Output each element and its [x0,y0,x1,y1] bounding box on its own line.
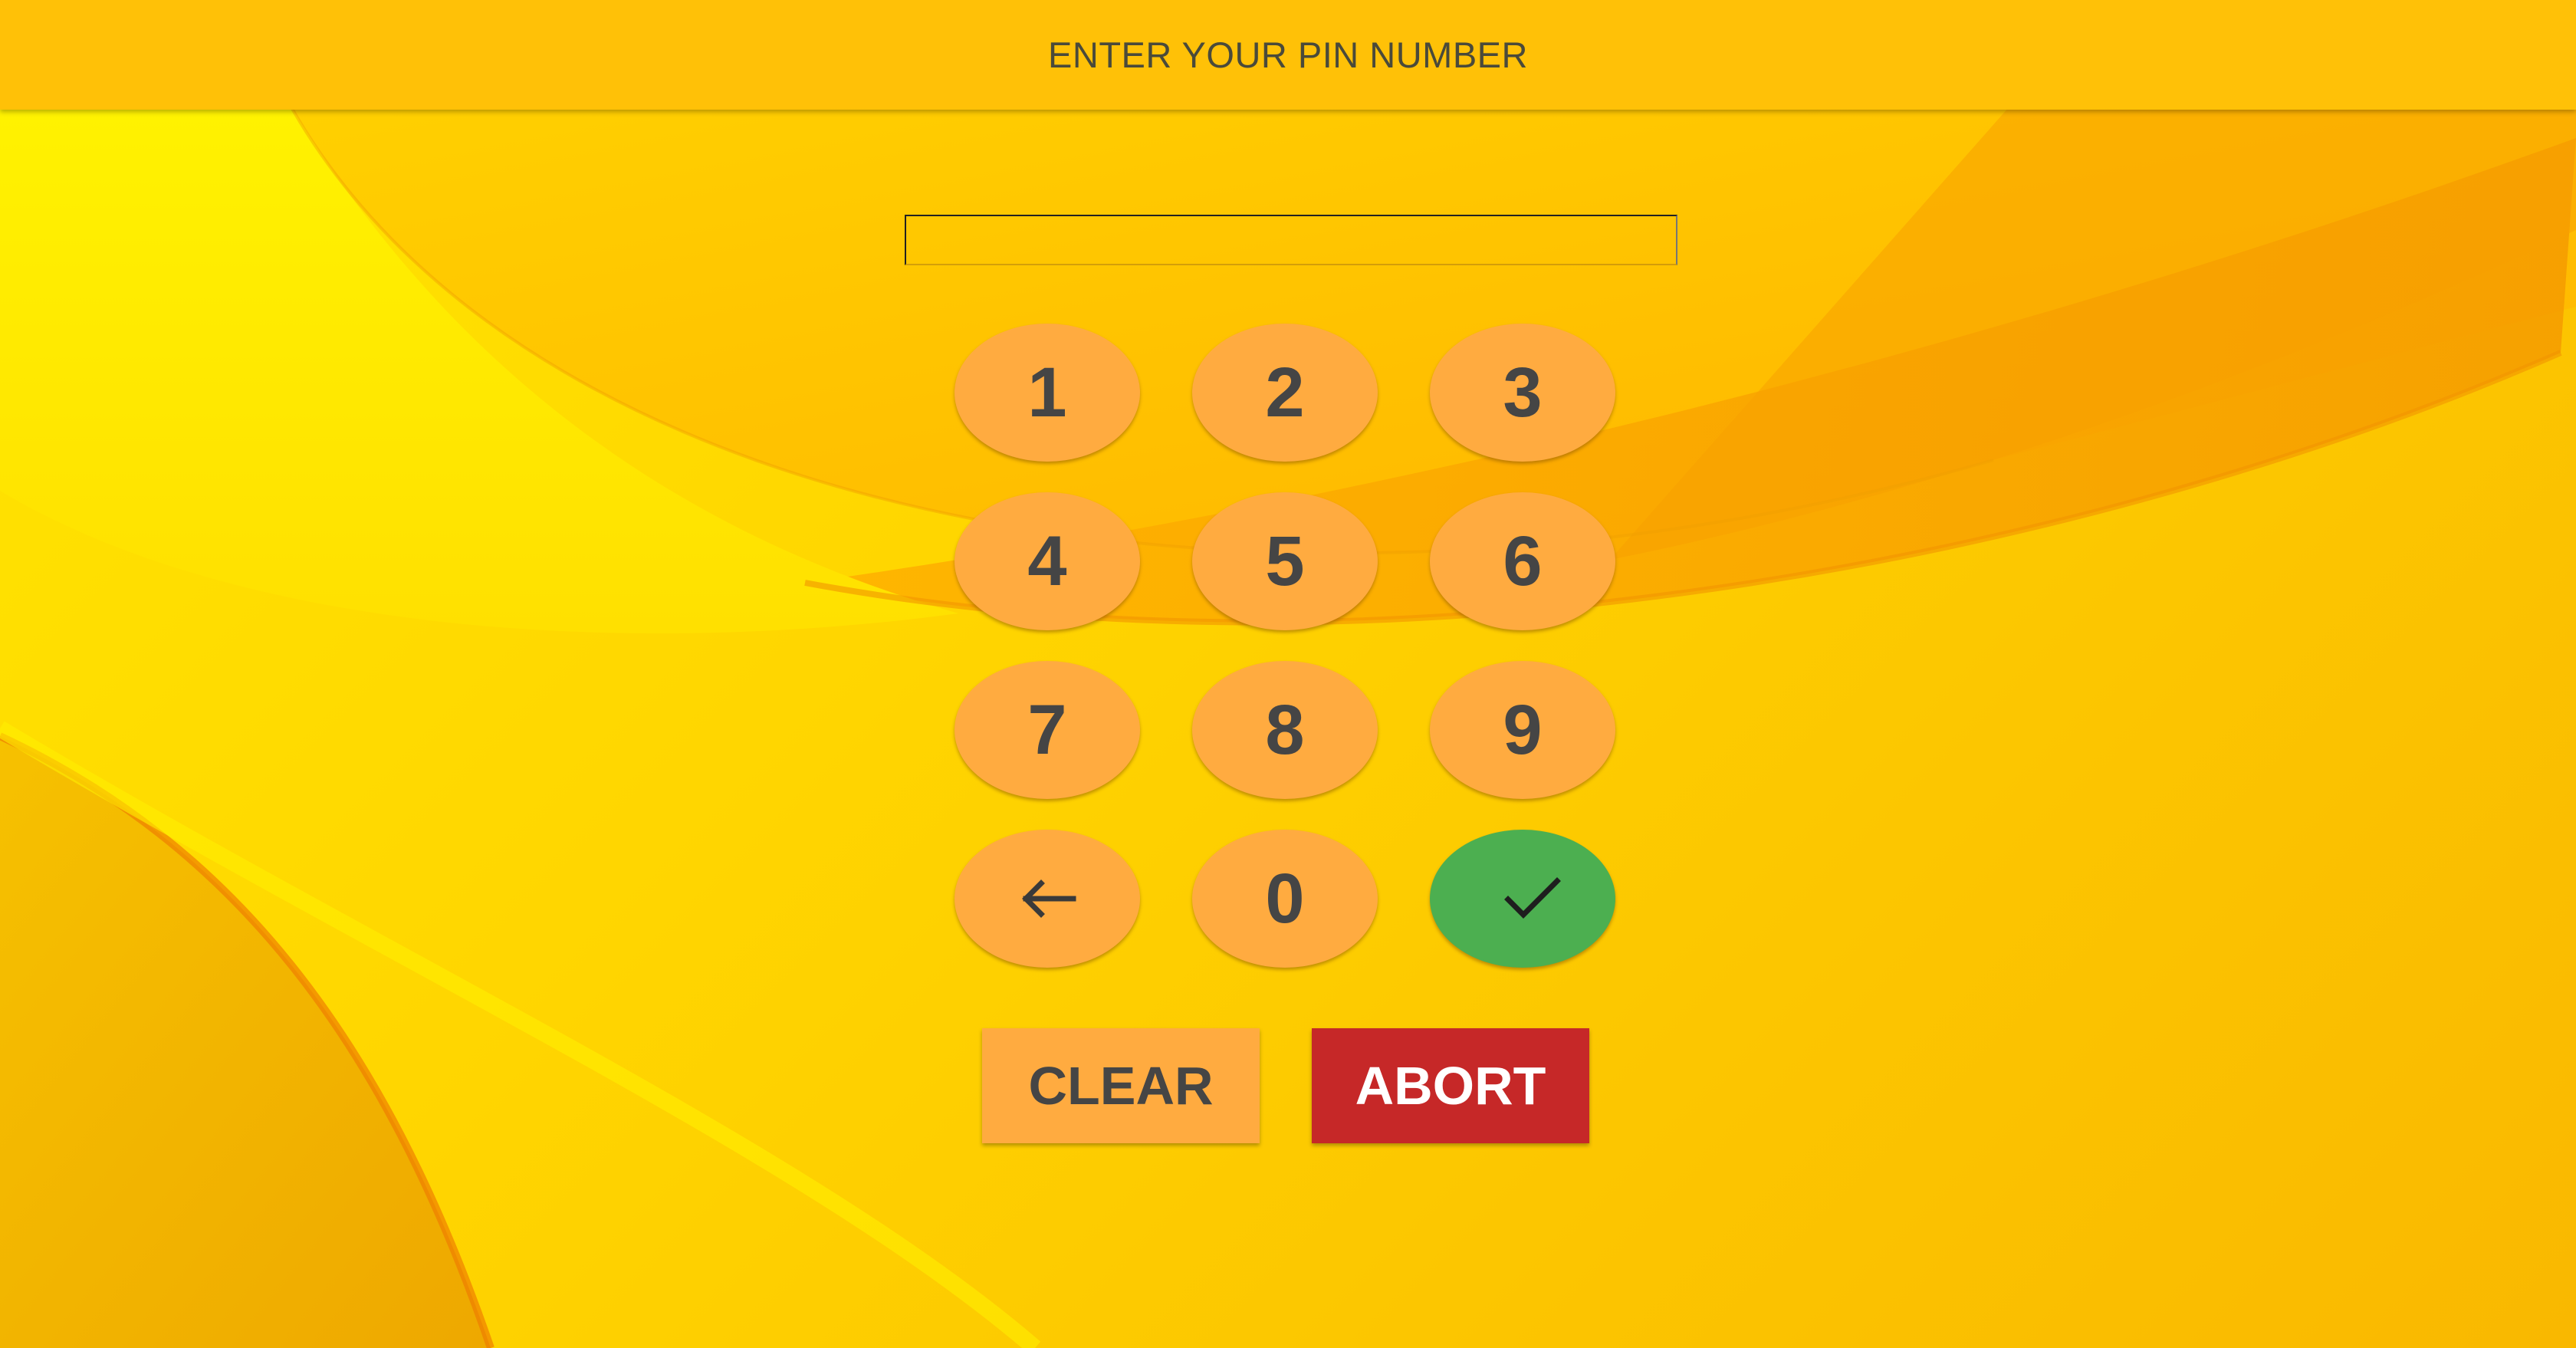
key-6[interactable]: 6 [1430,492,1615,630]
key-4[interactable]: 4 [955,492,1140,630]
key-5[interactable]: 5 [1192,492,1378,630]
key-7[interactable]: 7 [955,661,1140,799]
key-8[interactable]: 8 [1192,661,1378,799]
backspace-key[interactable] [955,830,1140,968]
keypad: 1 2 3 4 5 6 7 8 9 0 [955,324,1615,968]
header-bar: ENTER YOUR PIN NUMBER [0,0,2576,110]
pin-entry-screen: ENTER YOUR PIN NUMBER 1 2 3 4 5 6 7 8 9 … [0,0,2576,1348]
check-icon [1504,877,1561,919]
arrow-left-icon [1022,879,1076,918]
confirm-key[interactable] [1430,830,1615,968]
key-9[interactable]: 9 [1430,661,1615,799]
key-2[interactable]: 2 [1192,324,1378,462]
pin-input[interactable] [905,215,1677,265]
clear-button[interactable]: CLEAR [982,1028,1260,1143]
abort-button[interactable]: ABORT [1312,1028,1589,1143]
page-title: ENTER YOUR PIN NUMBER [1048,35,1528,75]
key-0[interactable]: 0 [1192,830,1378,968]
key-3[interactable]: 3 [1430,324,1615,462]
key-1[interactable]: 1 [955,324,1140,462]
